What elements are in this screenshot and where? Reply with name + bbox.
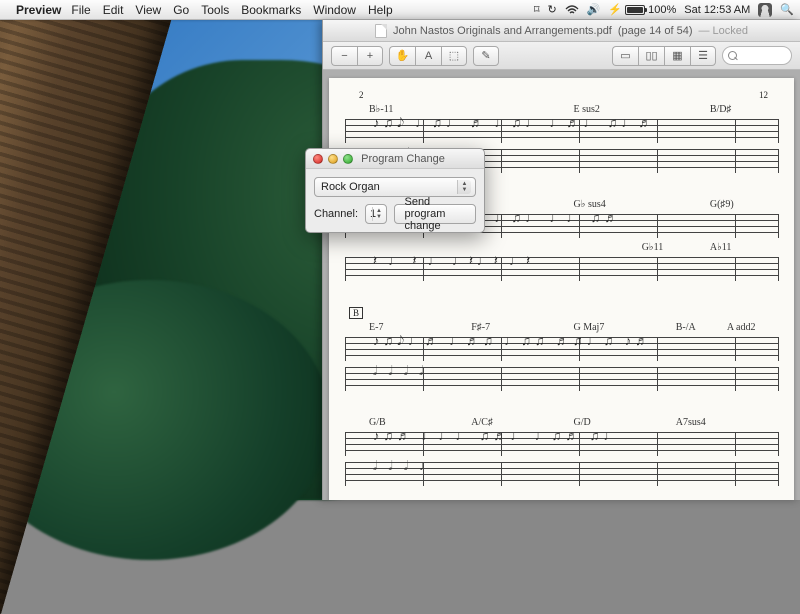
instrument-select[interactable]: Rock Organ ▲▼ bbox=[314, 177, 476, 197]
battery-status[interactable]: ⚡ 100% bbox=[608, 3, 676, 16]
bar-number: 12 bbox=[759, 90, 768, 100]
treble-staff: ♪♫𝅘𝅥𝅮 ♩♫♩ ♬ ♩♫♩ ♩♬♩ ♫♩♬ bbox=[345, 117, 778, 143]
dropbox-icon[interactable]: ⌑ bbox=[534, 3, 540, 16]
spotlight-icon[interactable]: 🔍 bbox=[780, 3, 794, 16]
view-contact-button[interactable]: ▦ bbox=[664, 46, 690, 66]
toolbar: − + ✋ A ⬚ ✎ ▭ ▯▯ ▦ ☰ bbox=[323, 42, 800, 70]
send-button-label: Send program change bbox=[404, 196, 466, 232]
program-change-window: Program Change Rock Organ ▲▼ Channel: 1 … bbox=[305, 148, 485, 233]
channel-label: Channel: bbox=[314, 208, 358, 220]
menu-go[interactable]: Go bbox=[173, 3, 189, 17]
hand-tool-button[interactable]: ✋ bbox=[389, 46, 415, 66]
annotate-button[interactable]: ✎ bbox=[473, 46, 499, 66]
rect-select-button[interactable]: ⬚ bbox=[441, 46, 467, 66]
preview-window: John Nastos Originals and Arrangements.p… bbox=[322, 20, 800, 500]
battery-pct: 100% bbox=[648, 4, 676, 16]
text-select-button[interactable]: A bbox=[415, 46, 441, 66]
bass-staff: 𝄽 ♩ 𝄽 ♩ ♩𝄽♩𝄽 ♩𝄽 bbox=[345, 255, 778, 281]
menu-view[interactable]: View bbox=[135, 3, 161, 17]
bass-staff: 𝅗𝅥 𝅗𝅥 𝅗𝅥 𝅗𝅥 bbox=[345, 365, 778, 391]
view-facing-button[interactable]: ▯▯ bbox=[638, 46, 664, 66]
pdf-page: 2 12 B♭-11E sus2B/D♯ ♪♫𝅘𝅥𝅮 ♩♫♩ ♬ ♩♫♩ ♩♬♩ … bbox=[329, 78, 794, 500]
view-single-button[interactable]: ▭ bbox=[612, 46, 638, 66]
menu-file[interactable]: File bbox=[71, 3, 90, 17]
search-input[interactable] bbox=[722, 46, 792, 65]
zoom-in-button[interactable]: + bbox=[357, 46, 383, 66]
dialog-title: Program Change bbox=[322, 153, 484, 165]
menu-bookmarks[interactable]: Bookmarks bbox=[241, 3, 301, 17]
chord-row: B♭-11E sus2B/D♯ bbox=[369, 104, 778, 115]
treble-staff: ♪♫♬ ♩♩♩ ♫♬♩ ♩♫♬ ♫♩ bbox=[345, 430, 778, 456]
grand-staff-system: G/BA/C♯G/DA7sus4 ♪♫♬ ♩♩♩ ♫♬♩ ♩♫♬ ♫♩ 𝅗𝅥 𝅗𝅥 … bbox=[345, 417, 778, 486]
treble-staff: ♪♫𝅘𝅥𝅮♩♬ ♩♬♫ ♩♫♫ ♬♫♩♫ ♪♬ bbox=[345, 335, 778, 361]
window-titlebar[interactable]: John Nastos Originals and Arrangements.p… bbox=[323, 20, 800, 42]
chevron-updown-icon: ▲▼ bbox=[457, 180, 471, 194]
document-title: John Nastos Originals and Arrangements.p… bbox=[393, 25, 612, 37]
menu-window[interactable]: Window bbox=[313, 3, 356, 17]
user-avatar[interactable] bbox=[758, 3, 772, 17]
locked-label: — Locked bbox=[699, 25, 749, 37]
pdf-icon bbox=[375, 24, 387, 38]
menubar-status: ⌑ ↻ 🔊 ⚡ 100% Sat 12:53 AM 🔍 bbox=[534, 3, 794, 17]
view-thumbs-button[interactable]: ☰ bbox=[690, 46, 716, 66]
instrument-value: Rock Organ bbox=[321, 181, 380, 193]
menu-edit[interactable]: Edit bbox=[103, 3, 124, 17]
document-viewport[interactable]: 2 12 B♭-11E sus2B/D♯ ♪♫𝅘𝅥𝅮 ♩♫♩ ♬ ♩♫♩ ♩♬♩ … bbox=[323, 70, 800, 500]
clock[interactable]: Sat 12:53 AM bbox=[684, 4, 750, 16]
chord-row: E-7F♯-7G Maj7B-/AA add2 bbox=[369, 322, 778, 333]
zoom-out-button[interactable]: − bbox=[331, 46, 357, 66]
app-menu[interactable]: Preview bbox=[16, 3, 61, 17]
dialog-titlebar[interactable]: Program Change bbox=[306, 149, 484, 169]
page-counter: (page 14 of 54) bbox=[618, 25, 693, 37]
chevron-updown-icon: ▲▼ bbox=[372, 207, 384, 221]
charging-icon: ⚡ bbox=[608, 3, 622, 16]
sync-icon[interactable]: ↻ bbox=[547, 3, 556, 16]
wifi-icon[interactable] bbox=[565, 5, 579, 15]
channel-stepper[interactable]: 1 ▲▼ bbox=[365, 204, 387, 224]
rehearsal-mark: B bbox=[349, 307, 363, 319]
chord-row: G♭11A♭11 bbox=[369, 242, 778, 253]
volume-icon[interactable]: 🔊 bbox=[587, 3, 601, 16]
bar-number: 2 bbox=[359, 90, 364, 100]
menu-tools[interactable]: Tools bbox=[201, 3, 229, 17]
grand-staff-system: B E-7F♯-7G Maj7B-/AA add2 ♪♫𝅘𝅥𝅮♩♬ ♩♬♫ ♩♫♫ … bbox=[345, 307, 778, 391]
menubar: Preview File Edit View Go Tools Bookmark… bbox=[0, 0, 800, 20]
bass-staff: 𝅗𝅥 𝅗𝅥 𝅗𝅥 ♩ bbox=[345, 460, 778, 486]
menu-help[interactable]: Help bbox=[368, 3, 393, 17]
chord-row: G/BA/C♯G/DA7sus4 bbox=[369, 417, 778, 428]
send-program-change-button[interactable]: Send program change bbox=[394, 204, 476, 224]
